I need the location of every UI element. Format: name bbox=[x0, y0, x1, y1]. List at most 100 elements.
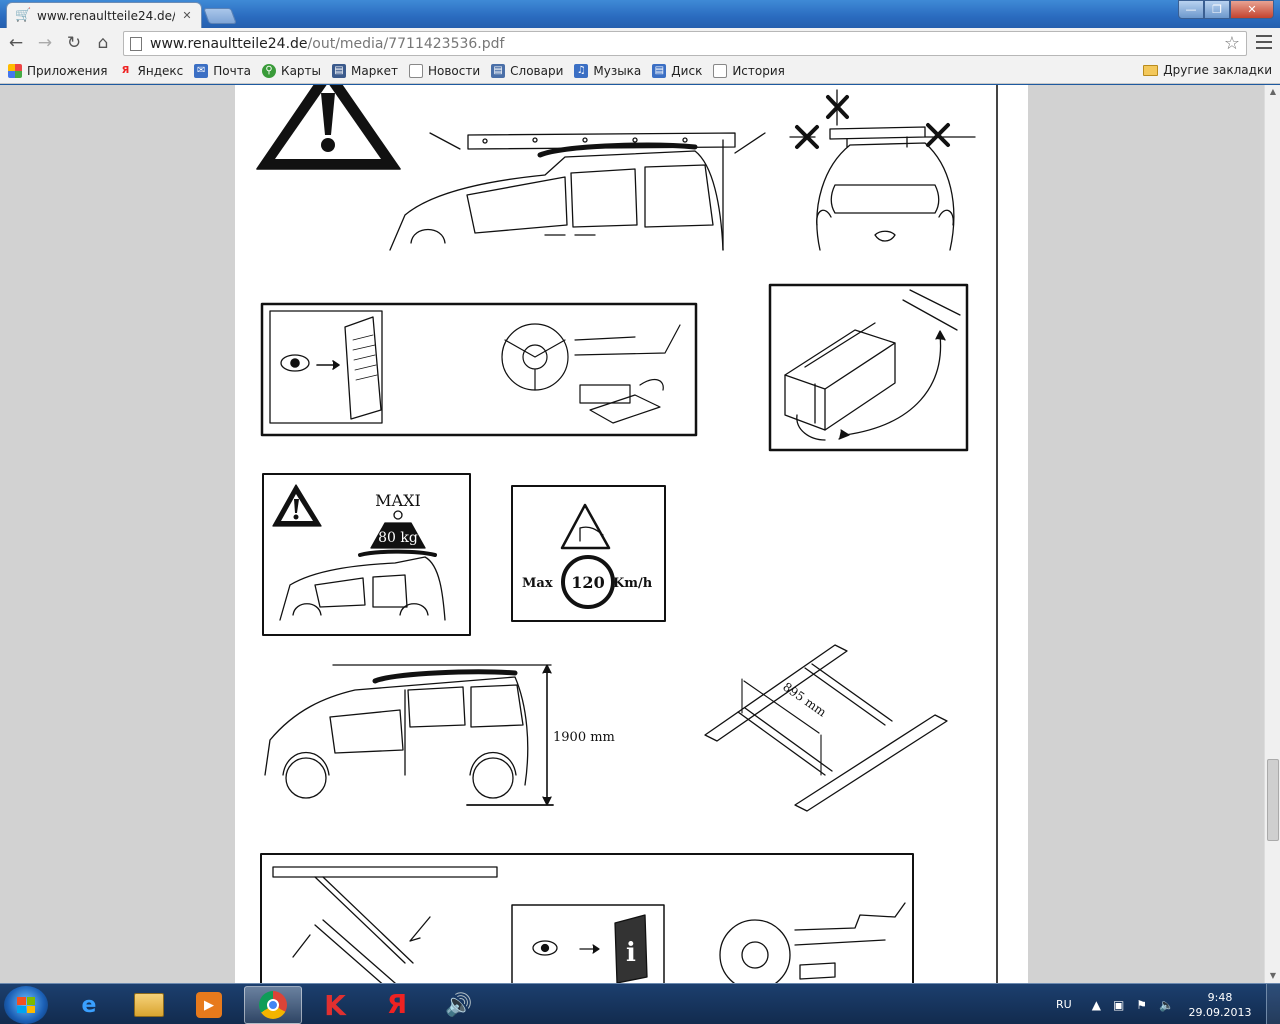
network-icon[interactable]: ▣ bbox=[1113, 998, 1124, 1012]
roof-bars-spacing-illustration: 895 mm bbox=[704, 644, 948, 812]
scroll-down-icon[interactable]: ▼ bbox=[1265, 969, 1280, 983]
new-tab-button[interactable] bbox=[203, 8, 237, 24]
yandex-icon: Я bbox=[386, 990, 408, 1020]
bookmark-label: Почта bbox=[213, 63, 252, 78]
bookmark-label: Карты bbox=[281, 63, 322, 78]
other-bookmarks-label: Другие закладки bbox=[1163, 63, 1272, 77]
scroll-up-icon[interactable]: ▲ bbox=[1265, 85, 1280, 99]
reload-button[interactable]: ↻ bbox=[61, 30, 87, 56]
van-front-view-illustration bbox=[816, 126, 955, 251]
pdf-viewport[interactable]: MAXI 80 kg Max 120 Km/h 1900 mm 895 mm i bbox=[0, 85, 1264, 983]
speed-prefix: Max bbox=[522, 576, 553, 591]
load-label-top: MAXI bbox=[375, 491, 421, 510]
speed-value: 120 bbox=[571, 573, 604, 592]
bookmark-label: Приложения bbox=[27, 63, 108, 78]
height-label: 1900 mm bbox=[553, 730, 615, 745]
bookmark-label: Маркет bbox=[351, 63, 398, 78]
kaspersky-icon: K bbox=[324, 988, 346, 1022]
window-controls: — ❐ ✕ bbox=[1178, 0, 1274, 19]
bookmark-news[interactable]: Новости bbox=[408, 63, 481, 78]
url-host: www.renaultteile24.de bbox=[150, 35, 308, 52]
bookmark-label: Диск bbox=[671, 63, 703, 78]
tie-down-load-panel bbox=[768, 283, 969, 452]
reload-icon: ↻ bbox=[66, 33, 82, 53]
start-button[interactable] bbox=[4, 986, 48, 1024]
van-height-illustration: 1900 mm bbox=[264, 664, 615, 806]
show-hidden-icons-icon[interactable]: ▲ bbox=[1092, 998, 1101, 1012]
maps-icon: ⚲ bbox=[262, 63, 277, 78]
bookmark-apps[interactable]: Приложения bbox=[8, 63, 108, 78]
system-tray: RU ▲ ▣ ⚑ 🔈 9:48 29.09.2013 bbox=[1056, 984, 1280, 1024]
dictionary-icon: ▤ bbox=[491, 63, 506, 78]
home-button[interactable]: ⌂ bbox=[90, 30, 116, 56]
forward-button[interactable]: → bbox=[32, 30, 58, 56]
taskbar-explorer[interactable] bbox=[120, 986, 178, 1024]
back-arrow-icon: ← bbox=[8, 33, 24, 53]
bookmark-label: Яндекс bbox=[137, 63, 184, 78]
assembly-panel: i bbox=[260, 853, 914, 983]
apps-grid-icon bbox=[8, 63, 22, 78]
bookmark-star-icon[interactable]: ☆ bbox=[1224, 33, 1240, 54]
url-text[interactable]: www.renaultteile24.de/out/media/77114235… bbox=[150, 36, 1224, 52]
scroll-thumb[interactable] bbox=[1267, 759, 1279, 841]
bookmark-yandex[interactable]: Я Яндекс bbox=[119, 64, 184, 78]
pdf-page-illustrations: MAXI 80 kg Max 120 Km/h 1900 mm 895 mm i bbox=[256, 85, 976, 983]
forward-arrow-icon: → bbox=[37, 33, 53, 53]
bookmark-disk[interactable]: ▤ Диск bbox=[652, 63, 703, 78]
media-player-icon: ▶ bbox=[196, 992, 222, 1018]
clock[interactable]: 9:48 29.09.2013 bbox=[1186, 990, 1254, 1020]
action-center-flag-icon[interactable]: ⚑ bbox=[1136, 998, 1147, 1012]
taskbar-ie[interactable]: e bbox=[60, 986, 118, 1024]
title-bar: 🛒 www.renaultteile24.de/ou ✕ — ❐ ✕ bbox=[0, 0, 1280, 28]
taskbar-kaspersky[interactable]: K bbox=[306, 986, 364, 1024]
taskbar-media-player[interactable]: ▶ bbox=[180, 986, 238, 1024]
back-button[interactable]: ← bbox=[3, 30, 29, 56]
bookmark-history[interactable]: История bbox=[713, 63, 785, 78]
taskbar-chrome[interactable] bbox=[244, 986, 302, 1024]
market-icon: ▤ bbox=[332, 63, 347, 78]
bookmark-label: Новости bbox=[427, 63, 481, 78]
bookmarks-bar: Приложения Я Яндекс ✉ Почта ⚲ Карты ▤ Ма… bbox=[0, 58, 1280, 84]
max-speed-panel: Max 120 Km/h bbox=[511, 485, 666, 622]
tab-close-icon[interactable]: ✕ bbox=[181, 9, 193, 22]
ie-icon: e bbox=[81, 992, 97, 1018]
bookmark-dictionary[interactable]: ▤ Словари bbox=[491, 63, 564, 78]
other-bookmarks[interactable]: Другие закладки bbox=[1143, 63, 1272, 77]
browser-tab[interactable]: 🛒 www.renaultteile24.de/ou ✕ bbox=[6, 2, 202, 28]
language-indicator[interactable]: RU bbox=[1056, 998, 1072, 1011]
music-icon: ♫ bbox=[574, 63, 589, 78]
page-edge-shadow bbox=[996, 85, 998, 983]
max-load-panel: MAXI 80 kg bbox=[262, 473, 471, 636]
read-manual-panel bbox=[260, 302, 698, 437]
show-desktop-button[interactable] bbox=[1266, 984, 1280, 1024]
chrome-menu-icon[interactable] bbox=[1256, 35, 1272, 49]
page-icon bbox=[408, 63, 423, 78]
taskbar-sound[interactable]: 🔊 bbox=[430, 986, 488, 1024]
page-icon bbox=[130, 36, 142, 51]
yandex-icon: Я bbox=[121, 65, 130, 76]
page-icon bbox=[713, 63, 728, 78]
bookmark-label: Словари bbox=[510, 63, 564, 78]
chrome-icon bbox=[259, 991, 287, 1019]
url-path: /out/media/7711423536.pdf bbox=[307, 35, 505, 52]
volume-icon[interactable]: 🔈 bbox=[1159, 998, 1174, 1012]
vertical-scrollbar[interactable]: ▲ ▼ bbox=[1264, 85, 1280, 983]
bookmark-market[interactable]: ▤ Маркет bbox=[332, 63, 398, 78]
folder-icon bbox=[1143, 64, 1159, 76]
address-bar[interactable]: www.renaultteile24.de/out/media/77114235… bbox=[123, 31, 1247, 56]
warning-triangle-icon bbox=[256, 85, 401, 170]
speaker-icon: 🔊 bbox=[445, 992, 473, 1018]
close-button[interactable]: ✕ bbox=[1230, 0, 1274, 19]
bookmark-maps[interactable]: ⚲ Карты bbox=[262, 63, 322, 78]
dashboard-glovebox-illustration bbox=[501, 323, 681, 424]
bookmark-mail[interactable]: ✉ Почта bbox=[194, 63, 252, 78]
windows-logo-icon bbox=[17, 997, 35, 1013]
load-weight: 80 kg bbox=[378, 530, 418, 546]
bookmark-music[interactable]: ♫ Музыка bbox=[574, 63, 641, 78]
disk-icon: ▤ bbox=[652, 63, 667, 78]
maximize-button[interactable]: ❐ bbox=[1204, 0, 1230, 19]
folder-icon bbox=[134, 993, 164, 1017]
taskbar-yandex[interactable]: Я bbox=[368, 986, 426, 1024]
minimize-button[interactable]: — bbox=[1178, 0, 1204, 19]
pdf-page: MAXI 80 kg Max 120 Km/h 1900 mm 895 mm i bbox=[235, 85, 1028, 983]
